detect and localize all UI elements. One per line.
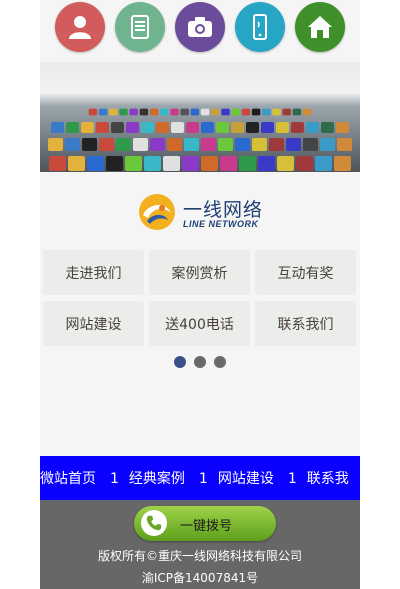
marquee-item-home[interactable]: 微站首页 [40,468,96,488]
phone-handset-icon [141,510,167,536]
nav-interactive-prizes[interactable]: 互动有奖 [255,250,356,295]
contact-icon[interactable] [55,2,105,52]
footer: 一键拨号 版权所有©重庆一线网络科技有限公司 渝ICP备14007841号 [40,500,360,589]
marquee-separator: 1 [110,471,119,487]
contact-glyph [69,16,91,39]
nav-400-phone[interactable]: 送400电话 [149,301,250,346]
mobile-phone-icon[interactable] [235,2,285,52]
slider-pagination [40,356,360,370]
slider-dot-2[interactable] [194,356,206,368]
scrolling-nav-track: 微站首页 1 经典案例 1 网站建设 1 联系我 [40,468,349,488]
marquee-separator: 1 [287,471,297,487]
nav-contact-us[interactable]: 联系我们 [255,301,356,346]
copyright-text: 版权所有©重庆一线网络科技有限公司 [97,549,302,563]
nav-about-us[interactable]: 走进我们 [43,250,144,295]
marquee-item-cases[interactable]: 经典案例 [129,468,185,488]
camera-glyph [188,17,212,37]
slider-dot-3[interactable] [214,356,226,368]
document-glyph [131,15,149,39]
icon-row [40,138,360,151]
marquee-separator: 1 [198,471,208,487]
top-icon-bar [0,0,400,52]
home-icon[interactable] [295,2,345,52]
mobile-phone-glyph [253,14,267,40]
icon-row [40,122,360,133]
scrolling-nav-bar: 微站首页 1 经典案例 1 网站建设 1 联系我 [40,456,360,500]
app-icon-wall [40,62,360,172]
company-logo: 一线网络 LINE NETWORK [40,185,360,237]
banner-image [40,62,360,172]
marquee-item-contact[interactable]: 联系我 [307,468,349,488]
document-icon[interactable] [115,2,165,52]
icon-row [64,108,336,116]
home-glyph [308,16,332,38]
nav-case-showcase[interactable]: 案例赏析 [149,250,250,295]
logo-chinese-name: 一线网络 [183,200,264,221]
icon-row [40,156,360,171]
nav-website-building[interactable]: 网站建设 [43,301,144,346]
one-click-call-button[interactable]: 一键拨号 [134,506,276,541]
logo-swirl-icon [139,194,175,230]
icp-license-text: 渝ICP备14007841号 [141,571,259,585]
one-click-call-label: 一键拨号 [180,519,233,534]
camera-icon[interactable] [175,2,225,52]
logo-english-name: LINE NETWORK [183,219,259,229]
marquee-item-website[interactable]: 网站建设 [218,468,274,488]
nav-grid: 走进我们 案例赏析 互动有奖 网站建设 送400电话 联系我们 [40,250,360,350]
slider-dot-1[interactable] [174,356,186,368]
